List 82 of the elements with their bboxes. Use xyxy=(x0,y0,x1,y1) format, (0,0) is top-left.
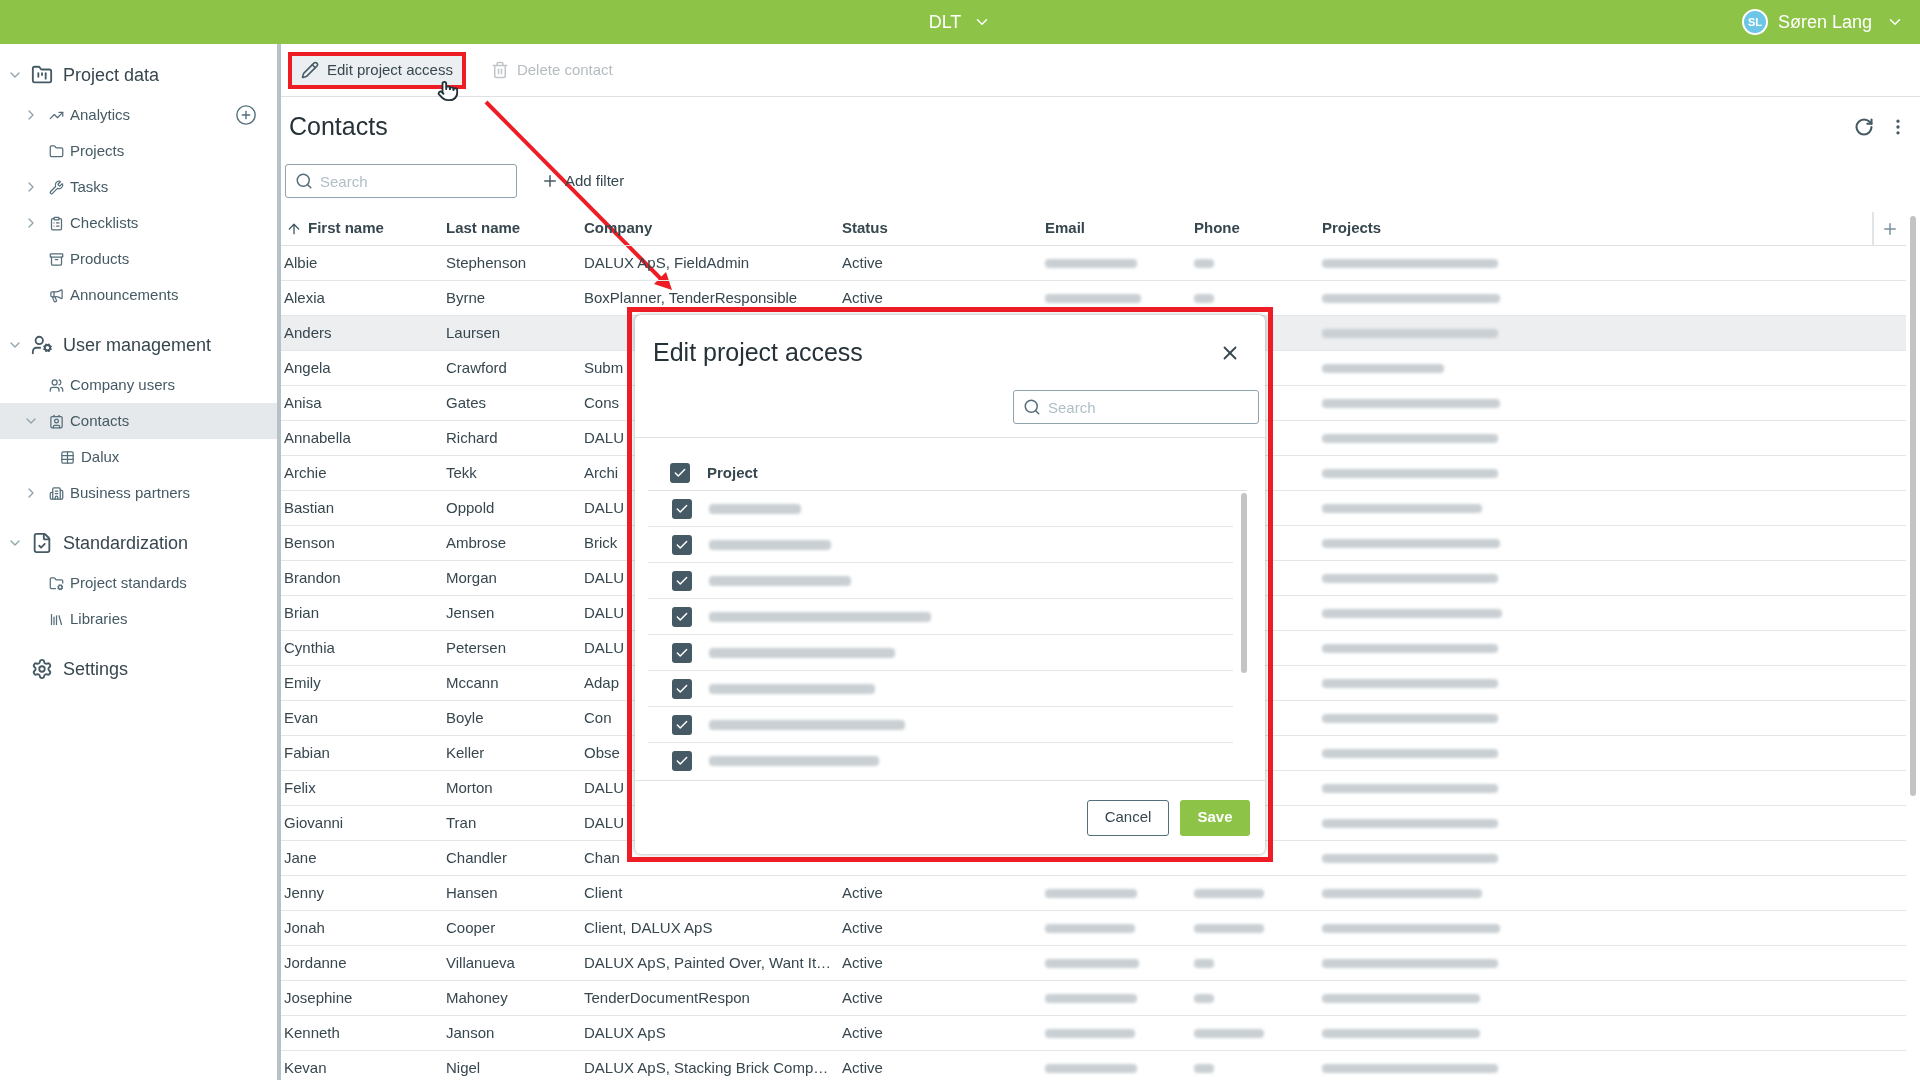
table-cell-text: Con xyxy=(584,707,612,728)
table-cell-text: Boyle xyxy=(446,707,484,728)
table-cell-text: DALU xyxy=(584,567,624,588)
table-cell-text: Client xyxy=(584,882,623,903)
column-header: Project xyxy=(707,462,758,483)
table-cell-text: Chan xyxy=(584,847,620,868)
table-cell-text: DALUX ApS xyxy=(584,1022,666,1043)
table-cell-text: Jenny xyxy=(284,882,325,903)
table-cell-text: Emily xyxy=(284,672,321,693)
table-cell-text: Active xyxy=(842,287,883,308)
dialog-title: Edit project access xyxy=(653,336,863,368)
table-cell-text: Laursen xyxy=(446,322,501,343)
table-cell-text: Morton xyxy=(446,777,493,798)
table-cell-text: Cooper xyxy=(446,917,496,938)
table-cell-text: Archie xyxy=(284,462,327,483)
table-cell-text: DALUX ApS, Stacking Brick Comp… xyxy=(584,1057,829,1078)
table-cell-text: DALU xyxy=(584,602,624,623)
table-cell-text: Albie xyxy=(284,252,318,273)
table-cell-text: Benson xyxy=(284,532,335,553)
table-cell-text: Active xyxy=(842,987,883,1008)
table-cell-text: Jensen xyxy=(446,602,495,623)
table-cell-text: Brick xyxy=(584,532,618,553)
table-cell-text: Alexia xyxy=(284,287,325,308)
table-cell-text: TenderDocumentRespon xyxy=(584,987,750,1008)
table-cell-text: DALUX ApS, Painted Over, Want It… xyxy=(584,952,832,973)
table-cell-text: Nigel xyxy=(446,1057,481,1078)
table-cell-text: Tran xyxy=(446,812,477,833)
table-cell-text: Evan xyxy=(284,707,319,728)
table-cell-text: Annabella xyxy=(284,427,351,448)
table-cell-text: Active xyxy=(842,1022,883,1043)
table-cell-text: Kevan xyxy=(284,1057,327,1078)
table-cell-text: Oppold xyxy=(446,497,495,518)
table-cell-text: Petersen xyxy=(446,637,507,658)
table-cell-text: Hansen xyxy=(446,882,498,903)
table-cell-text: Crawford xyxy=(446,357,507,378)
table-cell-text: Ambrose xyxy=(446,532,507,553)
table-cell-text: Obse xyxy=(584,742,620,763)
table-cell-text: Morgan xyxy=(446,567,497,588)
table-cell-text: Active xyxy=(842,952,883,973)
table-cell-text: Kenneth xyxy=(284,1022,340,1043)
table-cell-text: Felix xyxy=(284,777,316,798)
table-cell-text: Archi xyxy=(584,462,619,483)
table-cell-text: DALU xyxy=(584,637,624,658)
table-cell-text: Bastian xyxy=(284,497,335,518)
table-cell-text: DALU xyxy=(584,497,624,518)
table-cell-text: Active xyxy=(842,252,883,273)
table-cell-text: Chandler xyxy=(446,847,507,868)
table-cell-text: Active xyxy=(842,917,883,938)
table-cell-text: Byrne xyxy=(446,287,486,308)
table-cell-text: DALU xyxy=(584,427,624,448)
table-cell-text: Cons xyxy=(584,392,620,413)
table-cell-text: Anders xyxy=(284,322,332,343)
table-cell-text: Adap xyxy=(584,672,620,693)
table-cell-text: DALU xyxy=(584,812,624,833)
table-cell-text: DALU xyxy=(584,777,624,798)
table-cell-text: Active xyxy=(842,1057,883,1078)
table-cell-text: Janson xyxy=(446,1022,495,1043)
table-cell-text: Mccann xyxy=(446,672,499,693)
table-cell-text: Stephenson xyxy=(446,252,527,273)
table-cell-text: Jane xyxy=(284,847,317,868)
table-cell-text: Mahoney xyxy=(446,987,508,1008)
table-cell-text: Richard xyxy=(446,427,498,448)
table-cell-text: BoxPlanner, TenderResponsible xyxy=(584,287,798,308)
table-cell-text: Keller xyxy=(446,742,485,763)
table-cell-text: Jonah xyxy=(284,917,325,938)
table-cell-text: Tekk xyxy=(446,462,477,483)
table-cell-text: Jordanne xyxy=(284,952,347,973)
page-title: Contacts xyxy=(289,111,388,143)
table-cell-text: Anisa xyxy=(284,392,322,413)
table-cell-text: Brandon xyxy=(284,567,341,588)
table-cell-text: Angela xyxy=(284,357,331,378)
table-cell-text: Giovanni xyxy=(284,812,344,833)
table-cell-text: Cynthia xyxy=(284,637,335,658)
table-cell-text: Subm xyxy=(584,357,624,378)
user-avatar: SL xyxy=(1741,9,1768,35)
table-cell-text: Villanueva xyxy=(446,952,515,973)
table-cell-text: Josephine xyxy=(284,987,353,1008)
table-cell-text: Client, DALUX ApS xyxy=(584,917,713,938)
table-cell-text: Gates xyxy=(446,392,487,413)
table-cell-text: Active xyxy=(842,882,883,903)
table-cell-text: Fabian xyxy=(284,742,330,763)
table-cell-text: Brian xyxy=(284,602,320,623)
